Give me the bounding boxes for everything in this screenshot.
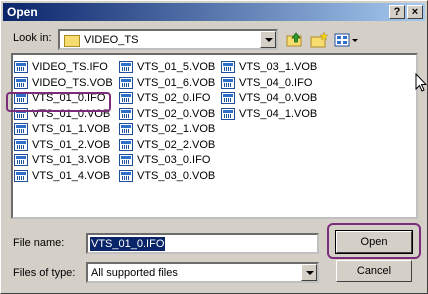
file-name-text: VTS_02_2.VOB: [137, 138, 216, 151]
file-list-item[interactable]: VTS_03_0.IFO: [119, 152, 210, 168]
look-in-value: VIDEO_TS: [84, 34, 139, 46]
file-list-item[interactable]: VTS_02_0.VOB: [119, 106, 215, 122]
file-name-text: VTS_02_0.VOB: [137, 107, 216, 120]
title-bar[interactable]: Open ? ×: [3, 3, 425, 21]
file-list-item[interactable]: VTS_04_1.VOB: [221, 106, 317, 122]
file-list-item[interactable]: VTS_03_0.VOB: [119, 168, 215, 184]
file-list-item[interactable]: VTS_02_0.IFO: [119, 90, 210, 106]
file-name-text: VTS_01_2.VOB: [32, 138, 111, 151]
look-in-dropdown[interactable]: VIDEO_TS: [58, 29, 278, 50]
file-name-value: VTS_01_0.IFO: [90, 237, 166, 251]
file-list-item[interactable]: VIDEO_TS.VOB: [14, 75, 113, 91]
file-name-text: VTS_04_1.VOB: [239, 107, 318, 120]
cancel-button[interactable]: Cancel: [336, 260, 412, 282]
dvd-file-icon: [221, 76, 235, 89]
chevron-down-icon[interactable]: [260, 31, 276, 48]
dvd-file-icon: [14, 154, 28, 166]
dvd-file-icon: [14, 138, 28, 151]
help-button[interactable]: ?: [389, 5, 405, 19]
file-name-text: VIDEO_TS.IFO: [32, 61, 108, 73]
file-list-item[interactable]: VTS_01_3.VOB: [14, 152, 110, 168]
file-name-text: VTS_02_0.IFO: [137, 92, 211, 104]
file-name-text: VIDEO_TS.VOB: [32, 76, 113, 89]
dvd-file-icon: [14, 169, 28, 182]
file-list-item[interactable]: VTS_01_6.VOB: [119, 75, 215, 91]
chevron-down-icon[interactable]: [301, 264, 317, 281]
file-name-text: VTS_01_5.VOB: [137, 61, 216, 73]
look-in-label: Look in:: [13, 32, 52, 44]
file-name-text: VTS_01_3.VOB: [32, 154, 111, 166]
dvd-file-icon: [119, 123, 133, 135]
open-button-highlight: [327, 223, 421, 259]
file-name-text: VTS_02_1.VOB: [137, 123, 216, 135]
file-list-item[interactable]: VTS_04_0.IFO: [221, 75, 312, 91]
open-dialog: Open ? × Look in: VIDEO_TS VIDEO_TS.IFO V…: [0, 0, 428, 294]
dvd-file-icon: [119, 92, 133, 104]
dvd-file-icon: [119, 107, 133, 120]
file-list-item[interactable]: VTS_01_5.VOB: [119, 59, 215, 75]
file-list-item[interactable]: VIDEO_TS.IFO: [14, 59, 108, 75]
file-name-text: VTS_03_1.VOB: [239, 61, 318, 73]
file-name-label: File name:: [13, 237, 65, 249]
file-list-item[interactable]: VTS_03_1.VOB: [221, 59, 317, 75]
files-of-type-value: All supported files: [91, 267, 178, 279]
file-name-text: VTS_01_4.VOB: [32, 169, 111, 182]
dvd-file-icon: [119, 138, 133, 151]
file-list-item[interactable]: VTS_01_1.VOB: [14, 121, 110, 137]
files-of-type-dropdown[interactable]: All supported files: [86, 262, 319, 283]
file-name-field[interactable]: VTS_01_0.IFO: [86, 233, 319, 254]
file-name-text: VTS_04_0.IFO: [239, 76, 313, 89]
file-name-text: VTS_03_0.IFO: [137, 154, 211, 166]
dvd-file-icon: [221, 61, 235, 73]
dialog-title: Open: [7, 5, 38, 19]
file-list-item[interactable]: VTS_02_2.VOB: [119, 137, 215, 153]
dvd-file-icon: [221, 92, 235, 104]
file-list-item[interactable]: VTS_04_0.VOB: [221, 90, 317, 106]
file-list-item[interactable]: VTS_01_2.VOB: [14, 137, 110, 153]
file-name-text: VTS_01_6.VOB: [137, 76, 216, 89]
dvd-file-icon: [119, 61, 133, 73]
file-name-text: VTS_04_0.VOB: [239, 92, 318, 104]
dvd-file-icon: [14, 123, 28, 135]
file-list[interactable]: VIDEO_TS.IFO VIDEO_TS.VOB VTS_01_0.IFO VTS_…: [11, 53, 418, 219]
new-folder-icon[interactable]: [309, 30, 329, 50]
mouse-cursor-icon: [415, 73, 427, 92]
view-menu-icon[interactable]: [333, 30, 359, 50]
dvd-file-icon: [221, 107, 235, 120]
file-list-item[interactable]: VTS_01_4.VOB: [14, 168, 110, 184]
close-button[interactable]: ×: [407, 5, 423, 19]
dvd-file-icon: [119, 76, 133, 89]
dvd-file-icon: [119, 169, 133, 182]
folder-icon: [64, 35, 80, 47]
file-name-text: VTS_03_0.VOB: [137, 169, 216, 182]
dvd-file-icon: [14, 61, 28, 73]
selected-file-highlight: [6, 92, 111, 112]
files-of-type-label: Files of type:: [13, 267, 76, 279]
dvd-file-icon: [14, 76, 28, 89]
dvd-file-icon: [119, 154, 133, 166]
file-name-text: VTS_01_1.VOB: [32, 123, 111, 135]
file-list-item[interactable]: VTS_02_1.VOB: [119, 121, 215, 137]
up-folder-icon[interactable]: [285, 30, 305, 50]
